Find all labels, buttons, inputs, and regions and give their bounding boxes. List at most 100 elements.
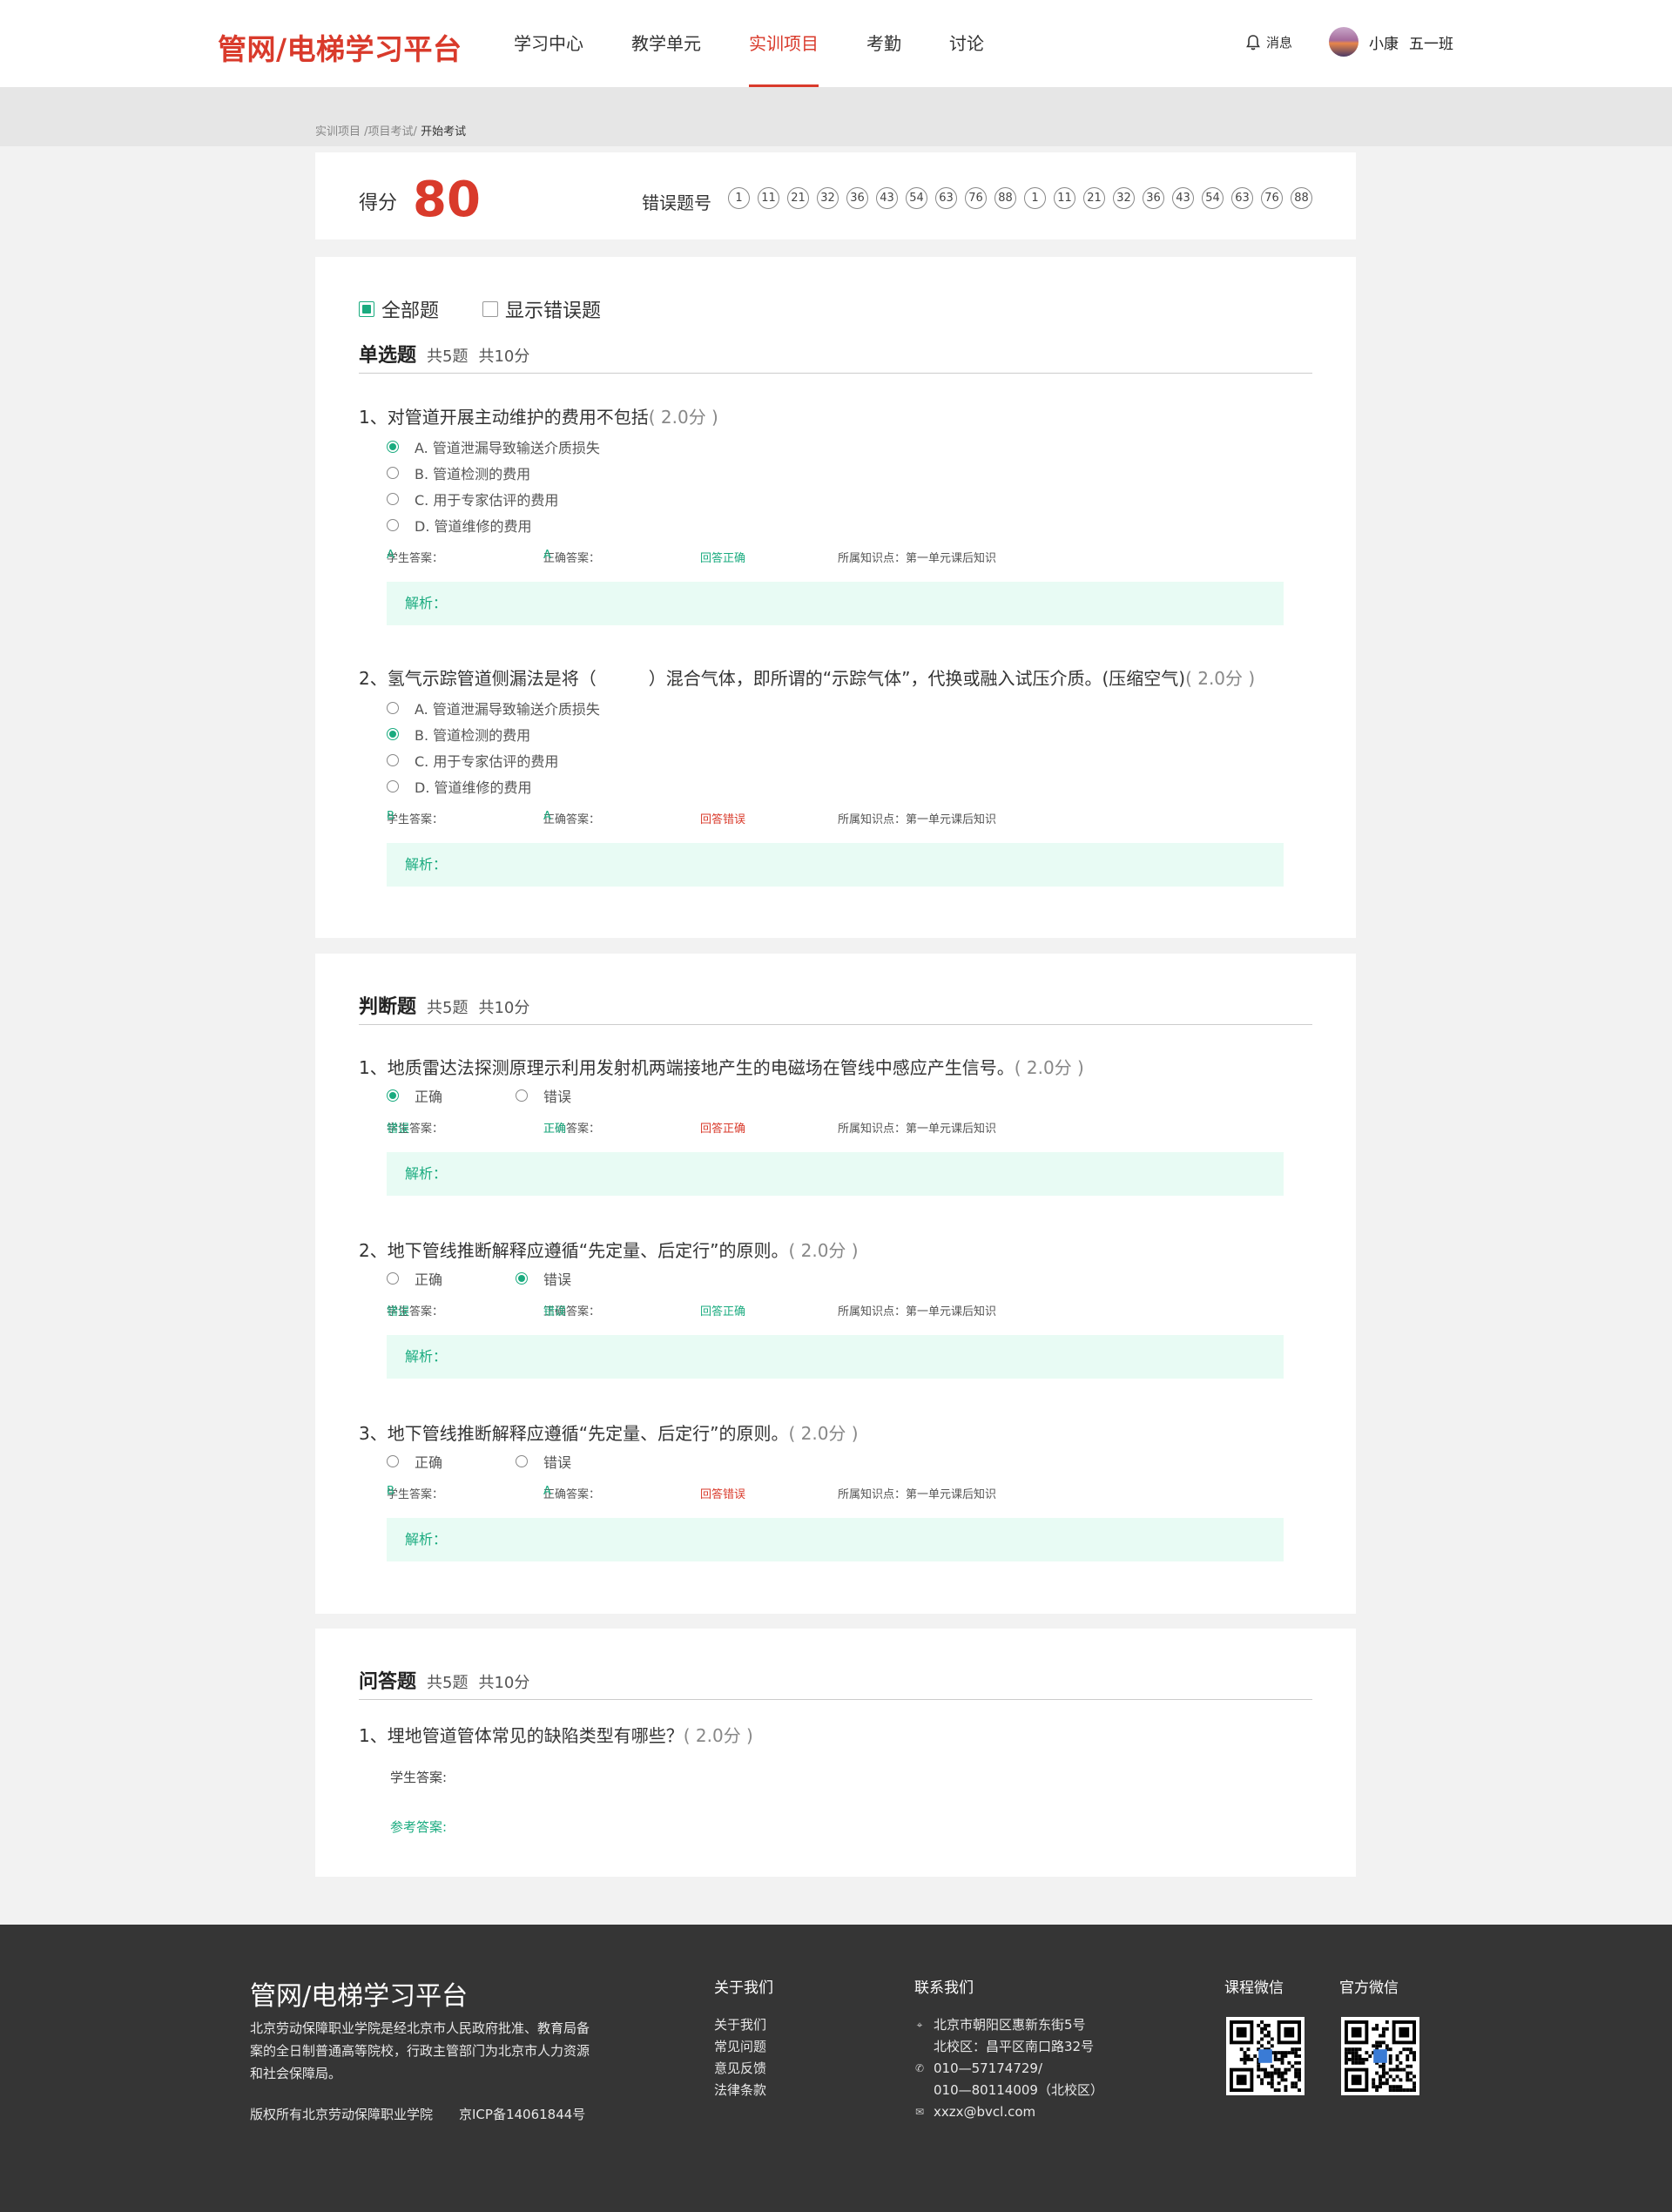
bell-icon xyxy=(1246,34,1260,50)
answer-meta: 学生答案： 错误 正确答案： 错误 回答正确 所属知识点：第一单元课后知识 xyxy=(387,1302,1312,1319)
phone-icon: ✆ xyxy=(914,2062,925,2074)
wrong-number-link[interactable]: 43 xyxy=(1172,187,1194,209)
wrong-number-link[interactable]: 63 xyxy=(935,187,957,209)
option-c[interactable]: C. 用于专家估评的费用 xyxy=(359,747,1312,773)
radio-icon[interactable] xyxy=(387,519,399,531)
wrong-numbers-label: 错误题号 xyxy=(642,192,711,213)
answer-meta: 学生答案： B 正确答案： A 回答错误 所属知识点：第一单元课后知识 xyxy=(387,1485,997,1501)
nav-item-attendance[interactable]: 考勤 xyxy=(866,0,901,87)
wrong-number-link[interactable]: 76 xyxy=(1261,187,1283,209)
site-logo[interactable]: 管网/电梯学习平台 xyxy=(218,26,462,68)
wrong-number-link[interactable]: 1 xyxy=(728,187,750,209)
question-item: 1、埋地管道管体常见的缺陷类型有哪些？( 2.0分 ) 学生答案: 参考答案: xyxy=(359,1722,1312,1836)
option-true[interactable]: 正确 xyxy=(359,1082,488,1109)
wrong-number-link[interactable]: 1 xyxy=(1024,187,1046,209)
user-class: 五一班 xyxy=(1409,35,1453,53)
checkbox-icon[interactable] xyxy=(482,301,499,317)
knowledge-point: 所属知识点：第一单元课后知识 xyxy=(838,813,997,826)
question-item: 2、氢气示踪管道侧漏法是将（ ）混合气体，即所谓的“示踪气体”，代换或融入试压介… xyxy=(359,664,1312,887)
question-title: 3、地下管线推断解释应遵循“先定量、后定行”的原则。( 2.0分 ) xyxy=(359,1423,859,1444)
student-answer-label: 学生答案: xyxy=(390,1770,448,1785)
option-d[interactable]: D. 管道维修的费用 xyxy=(359,512,1312,538)
radio-icon[interactable] xyxy=(387,1455,399,1467)
wrong-number-link[interactable]: 32 xyxy=(1113,187,1135,209)
radio-checked-icon[interactable] xyxy=(516,1272,528,1285)
wrong-number-link[interactable]: 54 xyxy=(1202,187,1224,209)
wrong-number-link[interactable]: 36 xyxy=(1143,187,1164,209)
score-label: 得分 xyxy=(359,192,398,214)
footer-link-about[interactable]: 关于我们 xyxy=(714,2014,766,2036)
wrong-number-link[interactable]: 43 xyxy=(876,187,898,209)
option-false[interactable]: 错误 xyxy=(488,1082,617,1109)
analysis-box: 解析： xyxy=(387,1335,1284,1379)
radio-icon[interactable] xyxy=(387,702,399,714)
knowledge-point: 所属知识点：第一单元课后知识 xyxy=(838,1488,997,1501)
filter-wrong-only[interactable]: 显示错误题 xyxy=(482,295,601,323)
option-false[interactable]: 错误 xyxy=(488,1265,617,1291)
wrong-numbers-list: 1 11 21 32 36 43 54 63 76 88 1 11 21 32 36 43 54 63 76 88 xyxy=(728,187,1312,209)
radio-icon[interactable] xyxy=(387,1272,399,1285)
wrong-number-link[interactable]: 88 xyxy=(994,187,1016,209)
footer-contact: ⌖ 北京市朝阳区惠新东街5号 北校区：昌平区南口路32号 ✆ 010—5717472… xyxy=(914,2014,1103,2123)
wrong-number-link[interactable]: 32 xyxy=(817,187,839,209)
option-a[interactable]: A. 管道泄漏导致输送介质损失 xyxy=(359,434,1312,460)
footer-wechat-course-title: 课程微信 xyxy=(1224,1979,1284,1997)
wrong-number-link[interactable]: 88 xyxy=(1291,187,1312,209)
filter-all[interactable]: 全部题 xyxy=(359,295,439,323)
option-b[interactable]: B. 管道检测的费用 xyxy=(359,721,1312,747)
option-d[interactable]: D. 管道维修的费用 xyxy=(359,773,1312,799)
section-title: 单选题 xyxy=(359,345,417,367)
footer-wechat-official-title: 官方微信 xyxy=(1339,1979,1399,1997)
wrong-number-link[interactable]: 11 xyxy=(758,187,779,209)
score-card: 得分 80 错误题号 1 11 21 32 36 43 54 63 76 88 1 11 21 32 36 4… xyxy=(315,152,1356,239)
footer-link-legal[interactable]: 法律条款 xyxy=(714,2080,766,2101)
knowledge-point: 所属知识点：第一单元课后知识 xyxy=(838,1123,997,1136)
radio-icon[interactable] xyxy=(516,1455,528,1467)
option-false[interactable]: 错误 xyxy=(488,1448,617,1474)
user-name: 小康 xyxy=(1369,35,1399,53)
wrong-number-link[interactable]: 54 xyxy=(906,187,927,209)
wrong-number-link[interactable]: 11 xyxy=(1054,187,1075,209)
option-a[interactable]: A. 管道泄漏导致输送介质损失 xyxy=(359,695,1312,721)
radio-checked-icon[interactable] xyxy=(387,441,399,453)
footer-link-faq[interactable]: 常见问题 xyxy=(714,2036,766,2058)
nav-item-teaching-units[interactable]: 教学单元 xyxy=(631,0,701,87)
answer-meta: 学生答案： 错误 正确答案： 正确 回答正确 所属知识点：第一单元课后知识 xyxy=(387,1119,1312,1136)
nav-item-training-projects[interactable]: 实训项目 xyxy=(749,0,819,87)
footer-about-title: 关于我们 xyxy=(714,1979,773,1997)
option-true[interactable]: 正确 xyxy=(359,1448,488,1474)
qr-code-official xyxy=(1341,2017,1419,2095)
analysis-box: 解析： xyxy=(387,1152,1284,1196)
wrong-number-link[interactable]: 76 xyxy=(965,187,987,209)
messages-button[interactable]: 消息 xyxy=(1245,33,1292,51)
radio-icon[interactable] xyxy=(387,493,399,505)
footer-link-feedback[interactable]: 意见反馈 xyxy=(714,2058,766,2080)
radio-icon[interactable] xyxy=(387,754,399,766)
nav-item-discussion[interactable]: 讨论 xyxy=(949,0,984,87)
avatar xyxy=(1329,27,1358,57)
user-menu[interactable]: 小康 五一班 xyxy=(1329,27,1453,57)
breadcrumb-project-exam[interactable]: 项目考试 xyxy=(368,125,414,138)
checkbox-checked-icon[interactable] xyxy=(359,301,374,317)
section-header-single: 单选题 共5题 共10分 xyxy=(359,340,1312,374)
answer-result: 回答错误 xyxy=(700,813,746,826)
breadcrumb-training[interactable]: 实训项目 xyxy=(315,125,361,138)
option-b[interactable]: B. 管道检测的费用 xyxy=(359,460,1312,486)
wrong-number-link[interactable]: 21 xyxy=(787,187,809,209)
wrong-number-link[interactable]: 63 xyxy=(1231,187,1253,209)
wrong-number-link[interactable]: 21 xyxy=(1083,187,1105,209)
radio-icon[interactable] xyxy=(516,1089,528,1102)
option-true[interactable]: 正确 xyxy=(359,1265,488,1291)
nav-item-learning-center[interactable]: 学习中心 xyxy=(514,0,583,87)
radio-checked-icon[interactable] xyxy=(387,1089,399,1102)
reference-answer-label: 参考答案: xyxy=(390,1819,448,1835)
radio-icon[interactable] xyxy=(387,780,399,792)
question-title: 1、地质雷达法探测原理示利用发射机两端接地产生的电磁场在管线中感应产生信号。( … xyxy=(359,1057,1084,1078)
radio-icon[interactable] xyxy=(387,467,399,479)
radio-checked-icon[interactable] xyxy=(387,728,399,740)
analysis-box: 解析： xyxy=(387,582,1284,625)
breadcrumb: 实训项目 /项目考试/ 开始考试 xyxy=(315,125,467,138)
wrong-number-link[interactable]: 36 xyxy=(846,187,868,209)
answer-meta: 学生答案： A 正确答案： A 回答正确 所属知识点：第一单元课后知识 xyxy=(387,549,997,565)
option-c[interactable]: C. 用于专家估评的费用 xyxy=(359,486,1312,512)
